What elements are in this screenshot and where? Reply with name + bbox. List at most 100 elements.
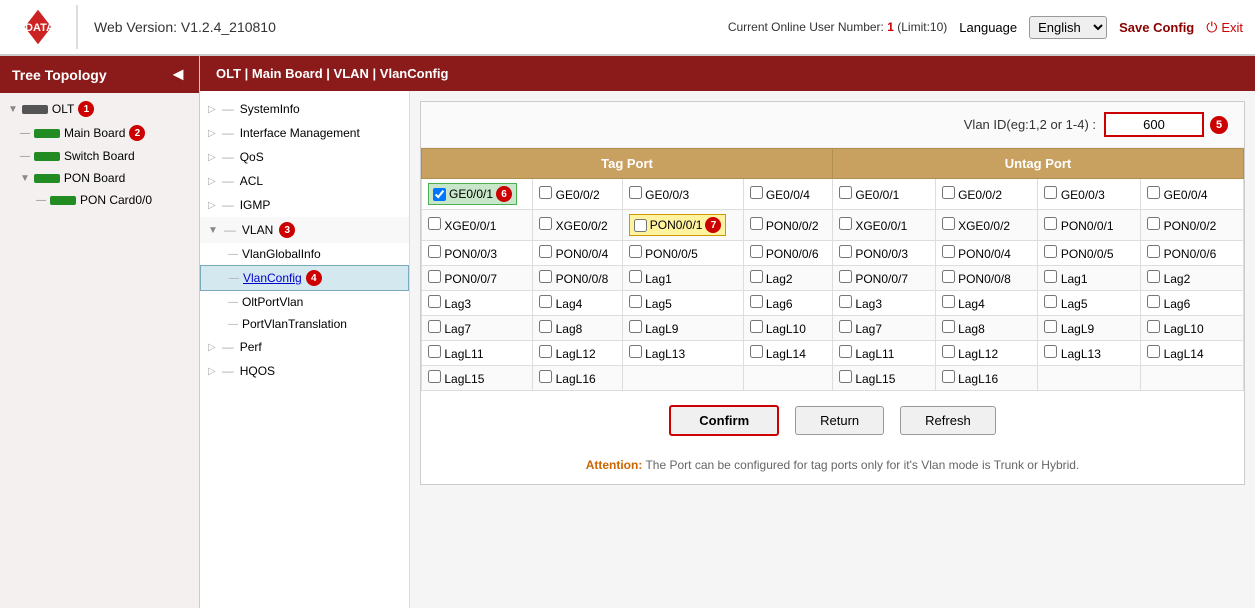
checkbox-pon002-tag[interactable] [750,217,763,230]
sidebar-item-ponboard[interactable]: ▼ PON Board [0,167,199,189]
checkbox-lagl15-untag[interactable] [839,370,852,383]
checkbox-ge002-tag[interactable] [539,186,552,199]
dash-icon-portvlantrans: — [228,319,238,330]
checkbox-lag8-untag[interactable] [942,320,955,333]
checkbox-pon004-untag[interactable] [942,245,955,258]
checkbox-pon007-tag[interactable] [428,270,441,283]
checkbox-lag4-tag[interactable] [539,295,552,308]
checkbox-lag4-untag[interactable] [942,295,955,308]
dash-icon-qos: — [222,150,234,164]
sidebar-item-olt[interactable]: ▼ OLT 1 [0,97,199,121]
checkbox-lagl12-tag[interactable] [539,345,552,358]
nav-item-vlan[interactable]: ▼ — VLAN 3 [200,217,409,243]
exit-button[interactable]: ⏻ Exit [1206,19,1243,36]
confirm-button[interactable]: Confirm [669,405,779,436]
checkbox-lagl16-tag[interactable] [539,370,552,383]
attention-label: Attention: [586,458,643,472]
checkbox-ge003-untag[interactable] [1044,186,1057,199]
checkbox-lag3-untag[interactable] [839,295,852,308]
untag-port-header: Untag Port [832,149,1243,179]
save-config-button[interactable]: Save Config [1119,20,1194,35]
checkbox-ge004-untag[interactable] [1147,186,1160,199]
checkbox-lag1-tag[interactable] [629,270,642,283]
checkbox-lagl13-untag[interactable] [1044,345,1057,358]
checkbox-xge001-untag[interactable] [839,217,852,230]
badge-5: 5 [1210,116,1228,134]
checkbox-lagl10-tag[interactable] [750,320,763,333]
checkbox-pon008-untag[interactable] [942,270,955,283]
nav-item-sysinfo[interactable]: ▷ — SystemInfo [200,97,409,121]
checkbox-xge002-tag[interactable] [539,217,552,230]
checkbox-lag2-tag[interactable] [750,270,763,283]
checkbox-ge004-tag[interactable] [750,186,763,199]
nav-item-iface[interactable]: ▷ — Interface Management [200,121,409,145]
checkbox-lagl13-tag[interactable] [629,345,642,358]
checkbox-lag8-tag[interactable] [539,320,552,333]
nav-item-acl[interactable]: ▷ — ACL [200,169,409,193]
language-select[interactable]: English Chinese [1029,16,1107,39]
nav-item-qos[interactable]: ▷ — QoS [200,145,409,169]
checkbox-lag1-untag[interactable] [1044,270,1057,283]
button-row: Confirm Return Refresh [421,391,1244,450]
checkbox-lagl11-untag[interactable] [839,345,852,358]
checkbox-lagl11-tag[interactable] [428,345,441,358]
checkbox-lagl9-tag[interactable] [629,320,642,333]
checkbox-lag2-untag[interactable] [1147,270,1160,283]
checkbox-pon002-untag[interactable] [1147,217,1160,230]
checkbox-ge001-tag[interactable] [433,188,446,201]
checkbox-pon005-tag[interactable] [629,245,642,258]
checkbox-lagl16-untag[interactable] [942,370,955,383]
checkbox-lag5-tag[interactable] [629,295,642,308]
checkbox-pon001-tag[interactable] [634,219,647,232]
nav-item-vlanglobal[interactable]: — VlanGlobalInfo [200,243,409,265]
checkbox-pon006-untag[interactable] [1147,245,1160,258]
sidebar-collapse-icon[interactable]: ◄ [169,64,187,85]
checkbox-lag6-tag[interactable] [750,295,763,308]
checkbox-xge001-tag[interactable] [428,217,441,230]
nav-item-oltportvlan[interactable]: — OltPortVlan [200,291,409,313]
dash-icon-perf: — [222,340,234,354]
nav-item-hqos[interactable]: ▷ — HQOS [200,359,409,383]
checkbox-pon001-untag[interactable] [1044,217,1057,230]
checkbox-pon006-tag[interactable] [750,245,763,258]
checkbox-ge002-untag[interactable] [942,186,955,199]
return-button[interactable]: Return [795,406,884,435]
checkbox-lagl14-tag[interactable] [750,345,763,358]
checkbox-lag7-untag[interactable] [839,320,852,333]
checkbox-ge001-untag[interactable] [839,186,852,199]
checkbox-lag3-tag[interactable] [428,295,441,308]
nav-label-hqos: HQOS [240,364,275,378]
nav-item-vlanconfig[interactable]: — VlanConfig 4 [200,265,409,291]
sidebar-item-switchboard[interactable]: — Switch Board [0,145,199,167]
refresh-button[interactable]: Refresh [900,406,996,435]
vlan-id-row: Vlan ID(eg:1,2 or 1-4) : 5 [421,102,1244,148]
nav-item-perf[interactable]: ▷ — Perf [200,335,409,359]
checkbox-pon004-tag[interactable] [539,245,552,258]
checkbox-pon008-tag[interactable] [539,270,552,283]
nav-item-portvlantrans[interactable]: — PortVlanTranslation [200,313,409,335]
checkbox-pon003-tag[interactable] [428,245,441,258]
checkbox-ge003-tag[interactable] [629,186,642,199]
checkbox-lagl15-tag[interactable] [428,370,441,383]
nav-label-oltportvlan: OltPortVlan [242,295,303,309]
checkbox-lagl10-untag[interactable] [1147,320,1160,333]
checkbox-lagl14-untag[interactable] [1147,345,1160,358]
checkbox-lag6-untag[interactable] [1147,295,1160,308]
nav-item-igmp[interactable]: ▷ — IGMP [200,193,409,217]
badge-3: 3 [279,222,295,238]
sidebar-item-poncard[interactable]: — PON Card0/0 [0,189,199,211]
checkbox-lagl12-untag[interactable] [942,345,955,358]
sidebar-item-label-mainboard: Main Board [64,126,125,140]
checkbox-xge002-untag[interactable] [942,217,955,230]
checkbox-pon003-untag[interactable] [839,245,852,258]
untag-port-cell: PON0/0/1 [1038,210,1141,241]
checkbox-pon005-untag[interactable] [1044,245,1057,258]
checkbox-lagl9-untag[interactable] [1044,320,1057,333]
vlan-id-input[interactable] [1104,112,1204,137]
checkbox-lag5-untag[interactable] [1044,295,1057,308]
checkbox-pon007-untag[interactable] [839,270,852,283]
right-panel: Vlan ID(eg:1,2 or 1-4) : 5 Tag Port Unta… [410,91,1255,608]
sidebar-item-mainboard[interactable]: — Main Board 2 [0,121,199,145]
svg-text:DATA: DATA [25,22,54,34]
checkbox-lag7-tag[interactable] [428,320,441,333]
